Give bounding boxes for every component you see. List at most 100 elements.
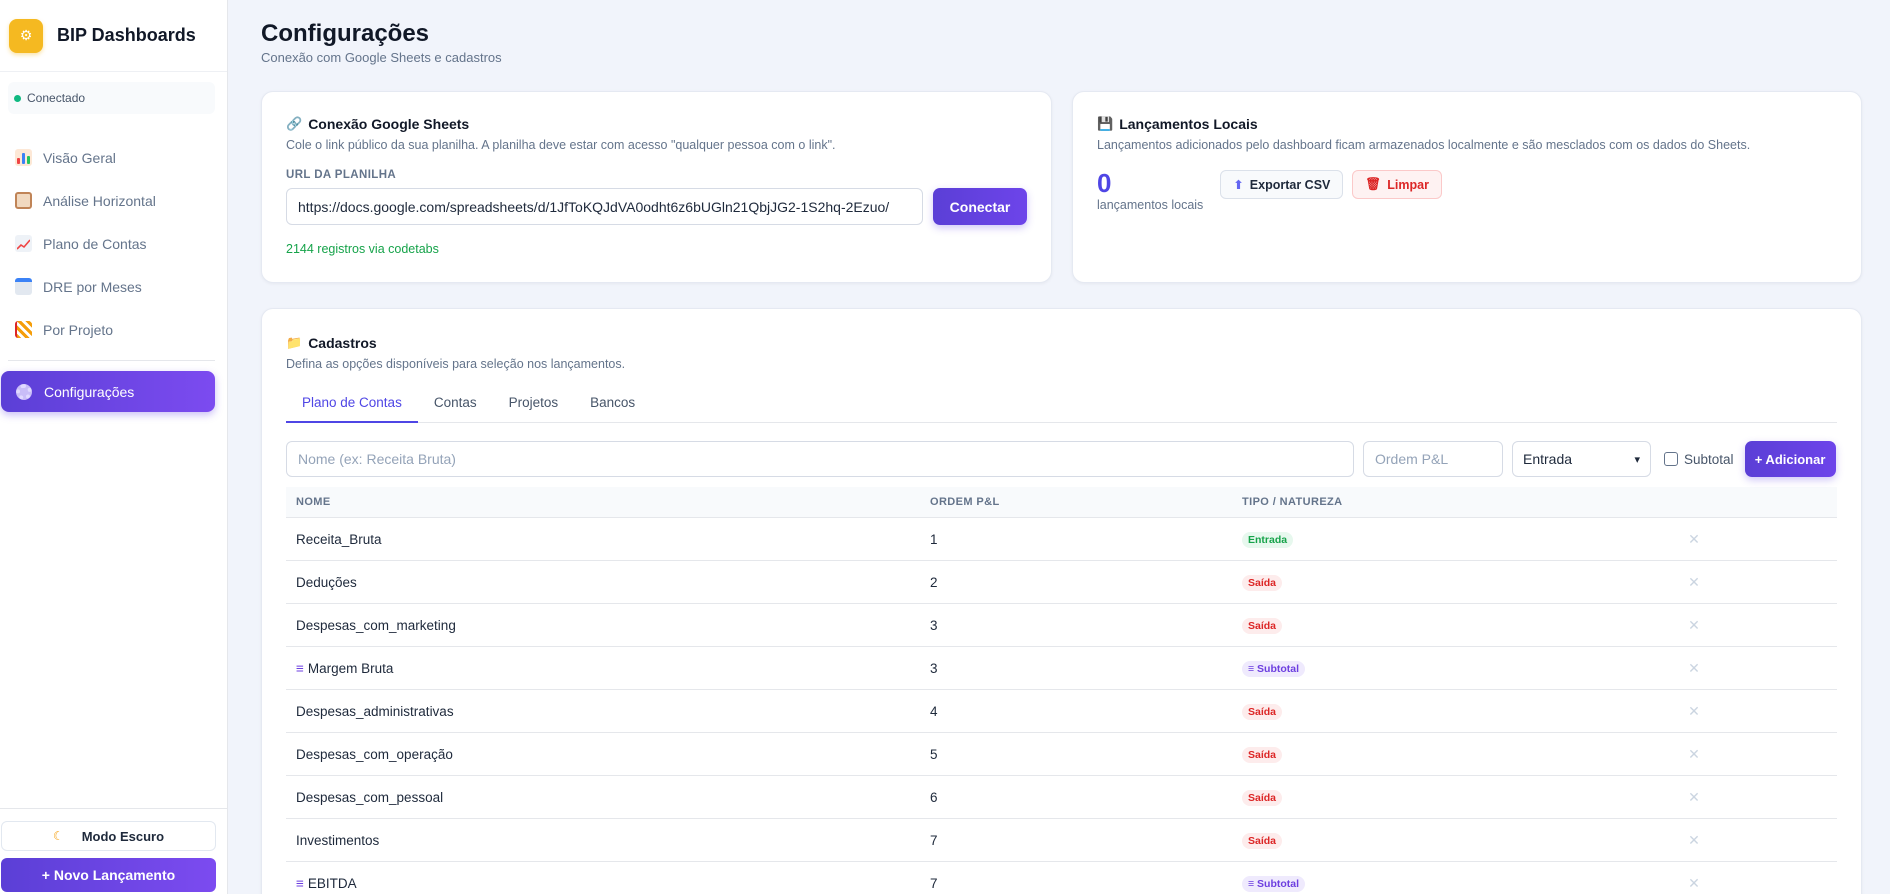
- cell-name: Despesas_com_marketing: [286, 618, 930, 633]
- cell-name: ≡ EBITDA: [286, 876, 930, 891]
- cell-type: Saída: [1242, 617, 1679, 634]
- sidebar-item-label: Visão Geral: [43, 149, 116, 166]
- delete-row-icon[interactable]: ✕: [1679, 703, 1709, 720]
- sidebar-item-configuracoes[interactable]: Configurações: [1, 371, 215, 412]
- trash-icon: 🗑: [1365, 177, 1382, 191]
- sidebar: ⚙ BIP Dashboards Conectado Visão Geral A…: [0, 0, 228, 894]
- delete-row-icon[interactable]: ✕: [1679, 746, 1709, 763]
- dark-mode-button[interactable]: ☾ Modo Escuro: [1, 821, 216, 851]
- upload-icon: ⬆: [1233, 178, 1244, 192]
- tab-projetos[interactable]: Projetos: [493, 391, 575, 423]
- cell-order: 3: [930, 660, 938, 676]
- main-content: Configurações Conexão com Google Sheets …: [261, 0, 1861, 65]
- type-badge: Saída: [1242, 703, 1283, 720]
- type-select[interactable]: Entrada ▾: [1512, 441, 1651, 477]
- order-input[interactable]: Ordem P&L: [1363, 441, 1503, 477]
- subtotal-label: Subtotal: [1684, 451, 1734, 467]
- line-chart-icon: [15, 235, 32, 252]
- cell-name-text: Deduções: [296, 574, 357, 590]
- cell-type: ≡ Subtotal: [1242, 660, 1679, 677]
- type-badge: ≡ Subtotal: [1242, 660, 1306, 677]
- cell-type: Saída: [1242, 789, 1679, 806]
- delete-row-icon[interactable]: ✕: [1679, 531, 1709, 548]
- table-row: ≡ Margem Bruta 3 ≡ Subtotal ✕: [286, 647, 1837, 690]
- delete-row-icon[interactable]: ✕: [1679, 660, 1709, 677]
- cell-order: 7: [930, 875, 938, 891]
- cell-type: Saída: [1242, 746, 1679, 763]
- cell-order: 5: [930, 746, 938, 762]
- table-row: Investimentos 7 Saída ✕: [286, 819, 1837, 862]
- sheets-card-desc: Cole o link público da sua planilha. A p…: [286, 138, 836, 152]
- table-row: Deduções 2 Saída ✕: [286, 561, 1837, 604]
- clear-label: Limpar: [1387, 177, 1429, 192]
- sidebar-item-label: DRE por Meses: [43, 278, 142, 295]
- cell-type: ≡ Subtotal: [1242, 875, 1679, 892]
- cell-name: Investimentos: [286, 833, 930, 848]
- cadastros-title-text: Cadastros: [308, 335, 377, 351]
- cell-name: Despesas_com_pessoal: [286, 790, 930, 805]
- delete-row-icon[interactable]: ✕: [1679, 832, 1709, 849]
- table-row: Receita_Bruta 1 Entrada ✕: [286, 518, 1837, 561]
- cell-name: Despesas_administrativas: [286, 704, 930, 719]
- add-button[interactable]: + Adicionar: [1744, 441, 1836, 477]
- name-input[interactable]: Nome (ex: Receita Bruta): [286, 441, 1354, 477]
- clipboard-icon: [15, 192, 32, 209]
- cell-order: 4: [930, 703, 938, 719]
- cell-order: 7: [930, 832, 938, 848]
- subtotal-toggle[interactable]: Subtotal: [1664, 452, 1734, 467]
- cell-order: 2: [930, 574, 938, 590]
- bar-chart-icon: [15, 149, 32, 166]
- type-badge: Saída: [1242, 617, 1283, 634]
- subtotal-icon: ≡: [296, 875, 304, 891]
- table-header: NOME ORDEM P&L TIPO / NATUREZA: [286, 487, 1837, 518]
- subtotal-checkbox[interactable]: [1664, 452, 1678, 466]
- sidebar-item-label: Análise Horizontal: [43, 192, 156, 209]
- cell-name-text: Receita_Bruta: [296, 531, 382, 547]
- column-header-type: TIPO / NATUREZA: [1242, 496, 1343, 508]
- export-csv-button[interactable]: ⬆ Exportar CSV: [1220, 170, 1344, 199]
- connect-button[interactable]: Conectar: [933, 188, 1027, 225]
- cell-name: Receita_Bruta: [286, 532, 930, 547]
- tab-bancos[interactable]: Bancos: [574, 391, 651, 423]
- type-badge: Entrada: [1242, 531, 1294, 548]
- type-badge: Saída: [1242, 574, 1283, 591]
- moon-icon: ☾: [52, 829, 64, 843]
- link-icon: 🔗: [286, 116, 303, 131]
- delete-row-icon[interactable]: ✕: [1679, 875, 1709, 892]
- clear-button[interactable]: 🗑 Limpar: [1352, 170, 1442, 199]
- sidebar-item-label: Por Projeto: [43, 321, 114, 338]
- subtotal-icon: ≡: [296, 660, 304, 676]
- sidebar-item-dre-por-meses[interactable]: DRE por Meses: [0, 265, 227, 308]
- cell-name-text: Despesas_com_marketing: [296, 617, 456, 633]
- cell-name-text: Despesas_com_pessoal: [296, 789, 444, 805]
- folder-icon: 📁: [286, 335, 303, 350]
- brand: ⚙ BIP Dashboards: [0, 0, 227, 72]
- sidebar-item-visao-geral[interactable]: Visão Geral: [0, 136, 227, 179]
- local-card-title: 💾 Lançamentos Locais: [1097, 116, 1837, 132]
- local-entries-card: 💾 Lançamentos Locais Lançamentos adicion…: [1072, 91, 1862, 283]
- sidebar-item-analise-horizontal[interactable]: Análise Horizontal: [0, 179, 227, 222]
- sidebar-item-por-projeto[interactable]: Por Projeto: [0, 308, 227, 351]
- cell-name-text: Investimentos: [296, 832, 380, 848]
- sidebar-item-plano-de-contas[interactable]: Plano de Contas: [0, 222, 227, 265]
- table-row: Despesas_com_marketing 3 Saída ✕: [286, 604, 1837, 647]
- cadastros-card: 📁 Cadastros Defina as opções disponíveis…: [261, 308, 1862, 894]
- connection-status: Conectado: [8, 82, 215, 114]
- tab-contas[interactable]: Contas: [418, 391, 493, 423]
- delete-row-icon[interactable]: ✕: [1679, 617, 1709, 634]
- sheet-url-input[interactable]: https://docs.google.com/spreadsheets/d/1…: [286, 188, 923, 225]
- delete-row-icon[interactable]: ✕: [1679, 574, 1709, 591]
- sheets-connection-card: 🔗 Conexão Google Sheets Cole o link públ…: [261, 91, 1052, 283]
- local-stat-row: 0 lançamentos locais ⬆ Exportar CSV 🗑 Li…: [1097, 170, 1837, 212]
- brand-name: BIP Dashboards: [57, 25, 196, 45]
- cell-name-text: Despesas_administrativas: [296, 703, 454, 719]
- local-count-label: lançamentos locais: [1097, 198, 1204, 212]
- tab-plano-de-contas[interactable]: Plano de Contas: [286, 391, 418, 423]
- cell-type: Saída: [1242, 703, 1679, 720]
- new-entry-button[interactable]: + Novo Lançamento: [1, 858, 216, 892]
- brand-logo-icon: ⚙: [9, 18, 43, 53]
- cell-name: Despesas_com_operação: [286, 747, 930, 762]
- type-select-value: Entrada: [1523, 451, 1573, 467]
- delete-row-icon[interactable]: ✕: [1679, 789, 1709, 806]
- cell-order: 3: [930, 617, 938, 633]
